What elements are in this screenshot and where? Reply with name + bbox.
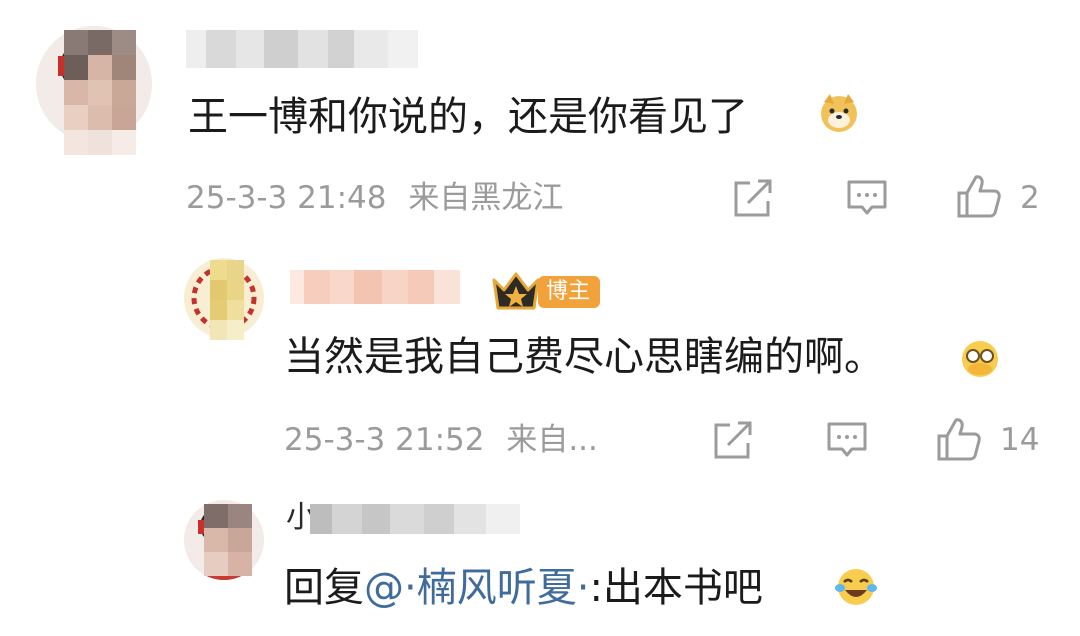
reply-text: 回复@·楠风听夏·:出本书吧 [284,564,763,612]
share-icon[interactable] [732,179,774,219]
location: 来自黑龙江 [408,180,564,216]
timestamp: 25-3-3 21:52 [284,422,485,458]
doge-emoji [821,94,857,132]
like-icon[interactable] [956,173,1002,219]
pixelated-face [204,504,252,576]
reply-content: :出本书吧 [589,565,763,611]
like-icon[interactable] [936,416,982,462]
comment-icon[interactable] [826,421,868,461]
like-count: 2 [1020,180,1040,216]
laughing-tears-emoji [835,569,877,605]
mention-link[interactable]: @·楠风听夏· [364,565,589,611]
crown-icon [492,272,540,310]
blurred-username[interactable] [290,270,460,304]
share-icon[interactable] [712,421,754,461]
reply-prefix: 回复 [284,565,364,611]
blogger-badge: 博主 [538,276,601,308]
comment-text: 当然是我自己费尽心思瞎编的啊。 [284,333,884,381]
pixelated-avatar [210,260,244,340]
comment-meta: 25-3-3 21:52 来自... [284,420,598,460]
comment-text: 王一博和你说的，还是你看见了 [188,93,748,141]
pixelated-face [64,30,136,156]
like-count: 14 [1000,422,1040,458]
location: 来自... [506,422,598,458]
comment-text-content: 王一博和你说的，还是你看见了 [188,94,748,140]
comment-meta: 25-3-3 21:48 来自黑龙江 [186,178,563,218]
comment-text-content: 当然是我自己费尽心思瞎编的啊。 [284,334,884,380]
facepalm-emoji [962,341,998,377]
comment-icon[interactable] [846,179,888,219]
timestamp: 25-3-3 21:48 [186,180,387,216]
blurred-username[interactable] [310,504,520,534]
blurred-username[interactable] [186,30,418,68]
